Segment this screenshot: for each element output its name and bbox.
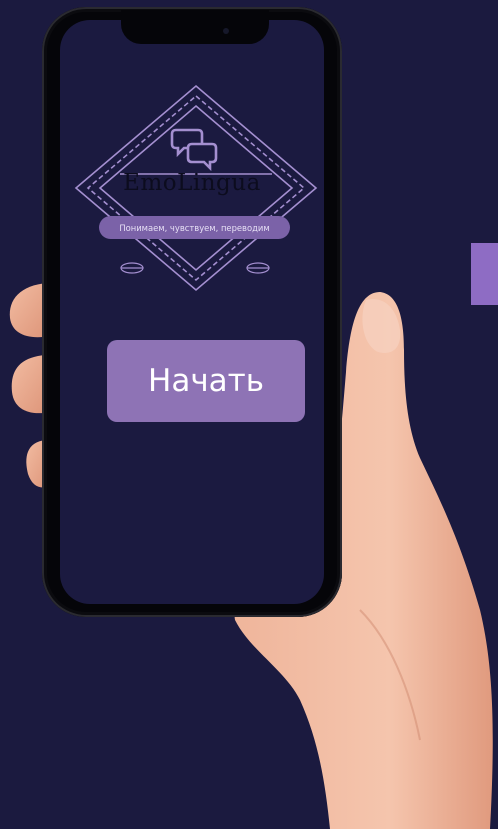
- camera-dot: [223, 28, 229, 34]
- promo-canvas: EmoLingua Понимаем, чувствуем, переводим…: [0, 0, 498, 829]
- tagline-text: Понимаем, чувствуем, переводим: [119, 222, 270, 233]
- leaf-icon: [120, 262, 144, 274]
- leaf-icon: [246, 262, 270, 274]
- start-button[interactable]: Начать: [107, 340, 305, 422]
- brand-name: EmoLingua: [123, 170, 261, 196]
- chat-bubbles-icon: [170, 128, 218, 172]
- tagline-badge: Понимаем, чувствуем, переводим: [99, 216, 290, 239]
- phone-notch: [121, 10, 269, 44]
